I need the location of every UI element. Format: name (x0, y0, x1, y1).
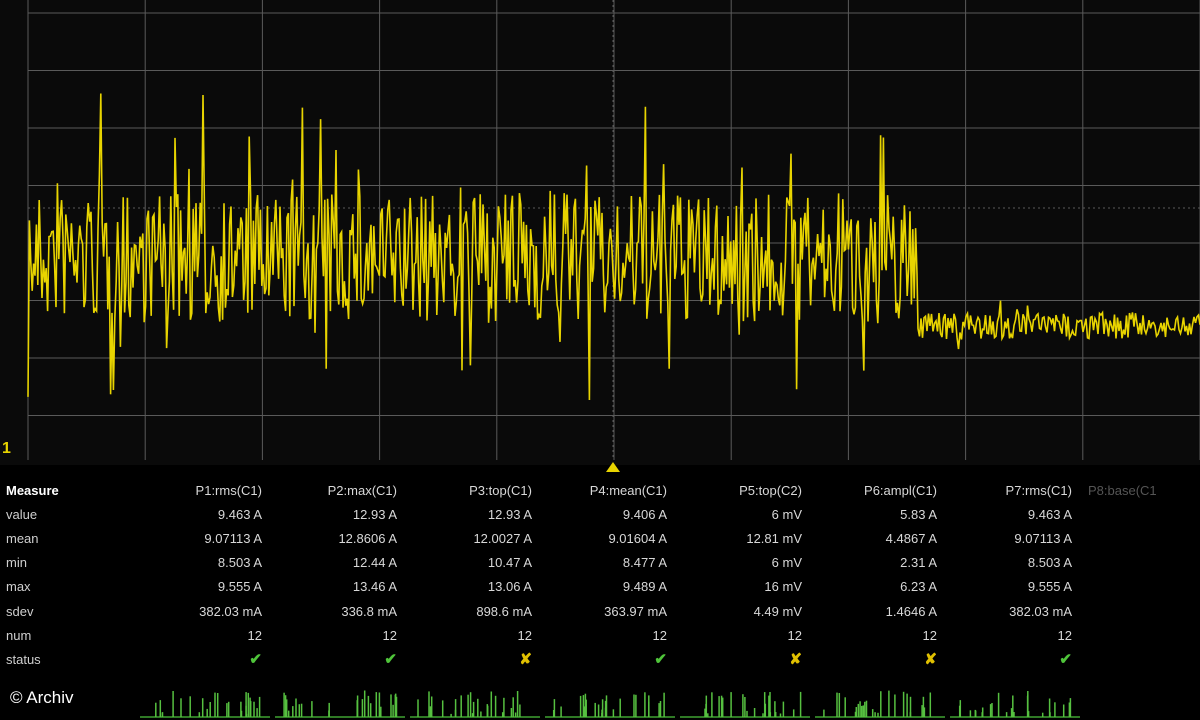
row-label: num (6, 627, 32, 643)
param-p8-header[interactable]: P8:base(C1 (1080, 478, 1200, 502)
param-p7-header[interactable]: P7:rms(C1) (945, 478, 1080, 502)
measurement-value: 9.07113 A (1014, 530, 1072, 546)
measurement-value: 8.477 A (622, 555, 667, 571)
measurement-row-value: value 9.463 A 12.93 A 12.93 A 9.406 A 6 mV 5.8… (0, 502, 1200, 526)
copyright-label: © Archiv (10, 688, 74, 707)
measurement-value: 5.83 A (900, 506, 937, 522)
status-check-icon: ✔ (654, 651, 667, 669)
status-cross-icon: ✘ (519, 651, 532, 669)
measurement-value: 13.06 A (487, 579, 532, 595)
measurement-value: 382.03 mA (199, 603, 262, 619)
measurement-table: Measure P1:rms(C1) P2:max(C1) P3:top(C1)… (0, 478, 1200, 672)
row-label: mean (6, 530, 39, 546)
measurement-value: 12.0027 A (473, 530, 532, 546)
measurement-value: 6 mV (771, 506, 802, 522)
measurement-value: 9.555 A (217, 579, 262, 595)
param-p1-header[interactable]: P1:rms(C1) (110, 478, 270, 502)
row-label: sdev (6, 603, 34, 619)
measurement-row-sdev: sdev 382.03 mA 336.8 mA 898.6 mA 363.97 mA 4.… (0, 599, 1200, 623)
trigger-position-marker[interactable] (606, 462, 620, 472)
measurement-value: 12 (652, 627, 667, 643)
measurement-value: 2.31 A (900, 555, 937, 571)
status-check-icon: ✔ (1059, 651, 1072, 669)
row-label: max (6, 579, 31, 595)
measurement-value: 12 (922, 627, 937, 643)
measurement-value: 1.4646 A (885, 603, 937, 619)
measurement-value: 16 mV (764, 579, 802, 595)
measurement-value: 6.23 A (900, 579, 937, 595)
measurement-value: 9.463 A (1027, 506, 1072, 522)
measurement-value: 12 (1057, 627, 1072, 643)
measurement-value: 9.01604 A (608, 530, 667, 546)
waveform-display[interactable] (0, 0, 1200, 465)
measurement-row-mean: mean 9.07113 A 12.8606 A 12.0027 A 9.01604 A… (0, 526, 1200, 550)
status-cross-icon: ✘ (789, 651, 802, 669)
measurement-value: 9.07113 A (204, 530, 262, 546)
measurement-value: 336.8 mA (341, 603, 397, 619)
histicon-strip (140, 690, 1080, 718)
measurement-row-num: num 12 12 12 12 12 12 12 (0, 623, 1200, 647)
measurement-value: 898.6 mA (476, 603, 532, 619)
param-p3-header[interactable]: P3:top(C1) (405, 478, 540, 502)
param-p4-header[interactable]: P4:mean(C1) (540, 478, 675, 502)
measurement-value: 12.44 A (352, 555, 397, 571)
measurement-value: 12 (382, 627, 397, 643)
row-label: value (6, 506, 38, 522)
measurement-value: 382.03 mA (1009, 603, 1072, 619)
measurement-value: 12.93 A (487, 506, 532, 522)
measurement-value: 12.93 A (352, 506, 397, 522)
measurement-value: 9.406 A (622, 506, 667, 522)
measurement-value: 6 mV (771, 555, 802, 571)
measurement-value: 12 (787, 627, 802, 643)
status-cross-icon: ✘ (924, 651, 937, 669)
status-check-icon: ✔ (249, 651, 262, 669)
param-p5-header[interactable]: P5:top(C2) (675, 478, 810, 502)
row-label: status (6, 651, 41, 667)
param-p6-header[interactable]: P6:ampl(C1) (810, 478, 945, 502)
measurement-row-max: max 9.555 A 13.46 A 13.06 A 9.489 A 16 mV 6.23… (0, 575, 1200, 599)
status-check-icon: ✔ (384, 651, 397, 669)
measurement-value: 8.503 A (217, 555, 262, 571)
measurement-value: 9.555 A (1027, 579, 1072, 595)
measurement-value: 12 (517, 627, 532, 643)
measurement-value: 13.46 A (352, 579, 397, 595)
measurement-value: 4.4867 A (885, 530, 937, 546)
measurement-value: 9.463 A (217, 506, 262, 522)
measurement-value: 12.8606 A (338, 530, 397, 546)
measurement-value: 4.49 mV (753, 603, 802, 619)
measurement-value: 363.97 mA (604, 603, 667, 619)
channel-1-marker[interactable]: 1 (2, 440, 11, 458)
measure-menu-label[interactable]: Measure (0, 478, 110, 502)
waveform-canvas (27, 0, 1200, 460)
measurement-row-status: status ✔ ✔ ✘ ✔ ✘ ✘ ✔ (0, 647, 1200, 671)
measurement-value: 12.81 mV (746, 530, 802, 546)
measurement-value: 12 (247, 627, 262, 643)
param-p2-header[interactable]: P2:max(C1) (270, 478, 405, 502)
measurement-value: 10.47 A (487, 555, 532, 571)
measurement-value: 9.489 A (622, 579, 667, 595)
measurement-header-row: Measure P1:rms(C1) P2:max(C1) P3:top(C1)… (0, 478, 1200, 502)
measurement-row-min: min 8.503 A 12.44 A 10.47 A 8.477 A 6 mV 2.31 … (0, 551, 1200, 575)
row-label: min (6, 555, 27, 571)
measurement-value: 8.503 A (1027, 555, 1072, 571)
